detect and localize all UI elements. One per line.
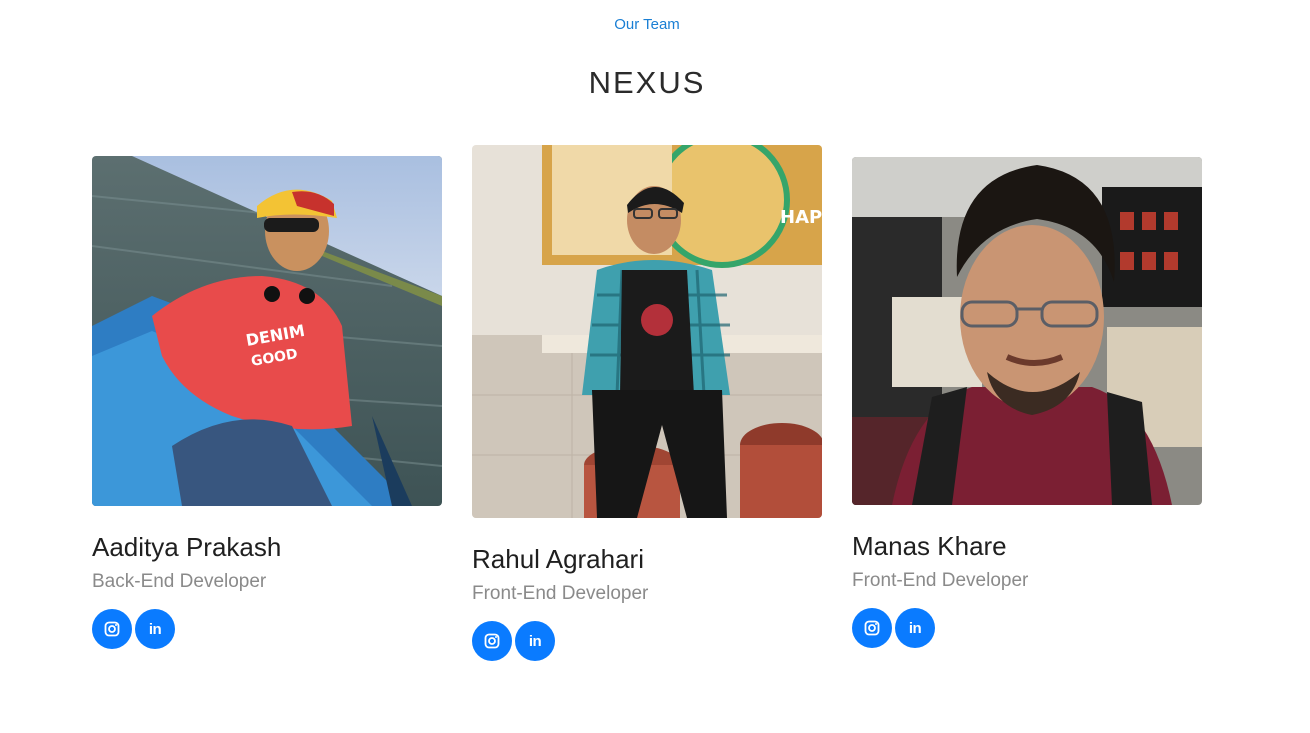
instagram-icon: [484, 633, 500, 649]
member-socials: in: [92, 609, 442, 649]
member-photo: DENIM GOOD: [92, 156, 442, 506]
member-socials: in: [472, 621, 822, 661]
instagram-button[interactable]: [472, 621, 512, 661]
member-role: Back-End Developer: [92, 571, 267, 592]
instagram-icon: [104, 621, 120, 637]
team-member-card: Manas Khare Front-End Developer in: [852, 157, 1202, 648]
team-eyebrow: Our Team: [614, 16, 680, 33]
linkedin-icon: in: [908, 619, 922, 637]
team-member-card: HAP Rahul Agrahari Front-End Developer i…: [472, 145, 822, 661]
member-role: Front-End Developer: [472, 583, 649, 604]
instagram-button[interactable]: [92, 609, 132, 649]
member-name: Aaditya Prakash: [92, 532, 282, 562]
linkedin-button[interactable]: in: [515, 621, 555, 661]
member-name: Manas Khare: [852, 531, 1007, 561]
linkedin-icon: in: [528, 632, 542, 650]
member-photo: [852, 157, 1202, 505]
svg-text:HAP: HAP: [780, 207, 822, 228]
instagram-button[interactable]: [852, 608, 892, 648]
instagram-icon: [864, 620, 880, 636]
team-title: NEXUS: [588, 64, 706, 100]
linkedin-icon: in: [148, 620, 162, 638]
linkedin-button[interactable]: in: [895, 608, 935, 648]
member-role: Front-End Developer: [852, 570, 1029, 591]
linkedin-button[interactable]: in: [135, 609, 175, 649]
member-socials: in: [852, 608, 1202, 648]
member-name: Rahul Agrahari: [472, 544, 644, 574]
team-member-card: DENIM GOOD Aaditya Prakash Back-End Deve…: [92, 156, 442, 649]
member-photo: HAP: [472, 145, 822, 518]
